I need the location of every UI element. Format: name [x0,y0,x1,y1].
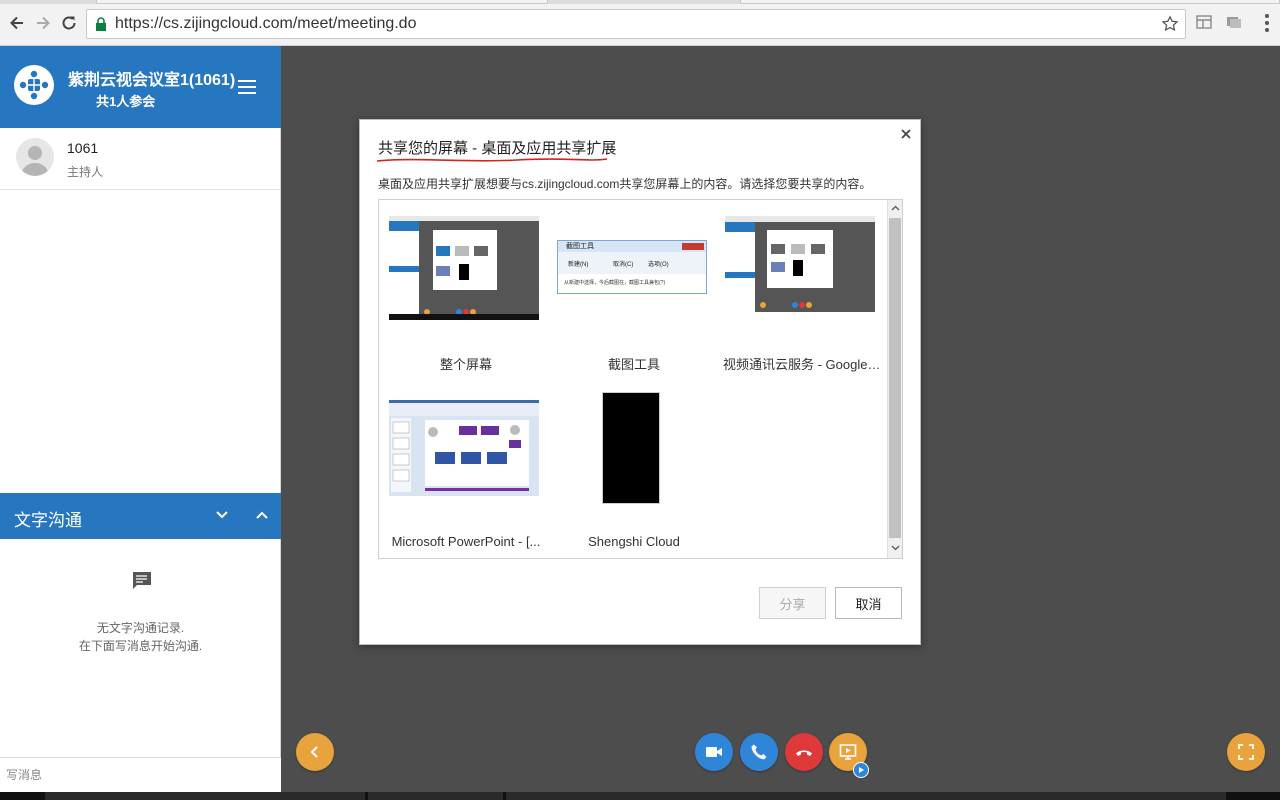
play-icon [859,767,864,773]
room-header: 紫荆云视会议室1(1061) 共1人参会 [0,46,281,128]
chevron-down-icon[interactable] [215,509,229,521]
source-thumbnail: 截图工具 新建(N) 取消(C) 选项(O) 从新建中选择，今后截图在，截图工具… [555,214,713,339]
fullscreen-button[interactable] [1227,733,1265,771]
share-status-badge [853,762,869,778]
screen-share-icon [839,744,857,760]
reload-icon [62,16,76,30]
dialog-title: 共享您的屏幕 - 桌面及应用共享扩展 [378,140,617,157]
chat-empty-message: 无文字沟通记录. [96,621,185,635]
cancel-button[interactable]: 取消 [835,587,902,619]
chat-panel-header: 文字沟通 [0,493,281,539]
source-label: 整个屏幕 [439,357,492,372]
source-thumbnail [555,392,713,519]
source-thumbnail [723,214,881,339]
hang-up-icon [796,750,812,756]
taskbar-item[interactable] [368,792,503,800]
chat-title: 文字沟通 [14,511,82,530]
dialog-description: 桌面及应用共享扩展想要与cs.zijingcloud.com共享您屏幕上的内容。… [378,177,872,191]
snip-options-label: 选项(O) [648,262,669,268]
chat-bubble-icon [133,572,151,589]
zijing-logo-icon [19,70,49,100]
source-thumbnail [387,214,545,339]
lock-icon [96,17,106,31]
participant-name: 1061 [67,140,99,156]
scroll-down-icon[interactable] [891,545,900,551]
share-button[interactable]: 分享 [759,587,826,619]
picker-scrollbar[interactable] [887,200,902,558]
user-icon [21,146,49,176]
shengshi-preview-image [602,392,660,504]
source-label: 视频通讯云服务 - Google C... [723,357,881,372]
snip-window-preview: 截图工具 新建(N) 取消(C) 选项(O) 从新建中选择，今后截图在，截图工具… [557,240,707,294]
participant-count: 共1人参会 [96,94,156,109]
meeting-sidebar: 紫荆云视会议室1(1061) 共1人参会 1061 主持人 文字沟通 无文字沟通… [0,46,281,792]
scroll-up-icon[interactable] [891,205,900,211]
room-title: 紫荆云视会议室1(1061) [68,72,236,89]
video-button[interactable] [695,733,733,771]
arrow-left-icon [10,16,23,30]
snip-toolbar: 新建(N) 取消(C) 选项(O) [558,252,706,274]
collapse-sidebar-button[interactable] [296,733,334,771]
source-shengshi-cloud[interactable]: Shengshi Cloud [555,392,713,549]
audio-button[interactable] [740,733,778,771]
reader-extension-icon[interactable] [1196,14,1212,30]
close-icon[interactable] [900,128,912,140]
fullscreen-icon [1238,744,1254,760]
browser-tab[interactable] [96,0,548,4]
source-label: 截图工具 [607,357,660,372]
app-logo [14,65,54,105]
reload-button[interactable] [58,12,80,34]
bookmark-star-icon[interactable] [1161,15,1179,33]
video-camera-icon [706,747,722,757]
source-picker: 整个屏幕 截图工具 新建(N) 取消(C) 选项(O) 从新建中选择，今后截图在… [378,199,903,559]
screen-preview-image [389,216,539,320]
url-text: https://cs.zijingcloud.com/meet/meeting.… [115,15,417,32]
forward-button[interactable] [32,12,54,34]
source-powerpoint[interactable]: Microsoft PowerPoint - [... [387,394,545,549]
browser-tab[interactable] [740,0,1280,4]
participant-role: 主持人 [67,165,104,179]
chat-empty-hint: 在下面写消息开始沟通. [78,639,203,653]
back-button[interactable] [6,12,28,34]
source-snipping-tool[interactable]: 截图工具 新建(N) 取消(C) 选项(O) 从新建中选择，今后截图在，截图工具… [555,214,713,372]
os-taskbar [0,792,1280,800]
chat-message-input[interactable] [0,758,281,792]
source-browser-window[interactable]: 视频通讯云服务 - Google C... [723,214,881,372]
chat-input-area [0,757,281,792]
address-bar[interactable]: https://cs.zijingcloud.com/meet/meeting.… [86,9,1186,39]
window-controls [682,243,704,250]
powerpoint-preview-image [389,400,539,496]
screen-share-extension-icon[interactable] [1226,14,1242,30]
source-thumbnail [387,394,545,519]
chevron-left-icon [310,746,318,758]
snip-window-titlebar: 截图工具 [558,241,706,252]
hangup-button[interactable] [785,733,823,771]
snip-window-title: 截图工具 [566,243,594,250]
taskbar-item[interactable] [45,792,365,800]
snip-new-label: 新建(N) [568,262,589,268]
more-vertical-icon[interactable] [1264,13,1270,33]
snip-hint: 从新建中选择，今后截图在，截图工具兼包(?) [564,280,666,286]
scroll-thumb[interactable] [889,218,901,538]
participant-item[interactable]: 1061 主持人 [0,128,281,190]
source-label: Microsoft PowerPoint - [... [391,534,541,549]
share-screen-dialog: 共享您的屏幕 - 桌面及应用共享扩展 桌面及应用共享扩展想要与cs.zijing… [359,119,921,645]
window-preview-image [725,216,875,312]
source-label: Shengshi Cloud [588,534,680,549]
snip-cancel-label: 取消(C) [613,262,634,268]
menu-icon[interactable] [238,80,256,94]
source-entire-screen[interactable]: 整个屏幕 [387,214,545,372]
chevron-up-icon[interactable] [255,509,269,521]
browser-toolbar: https://cs.zijingcloud.com/meet/meeting.… [0,0,1280,46]
arrow-right-icon [37,16,50,30]
phone-icon [751,744,767,760]
taskbar-item[interactable] [506,792,1226,800]
title-underline [376,158,608,162]
avatar [16,138,54,176]
